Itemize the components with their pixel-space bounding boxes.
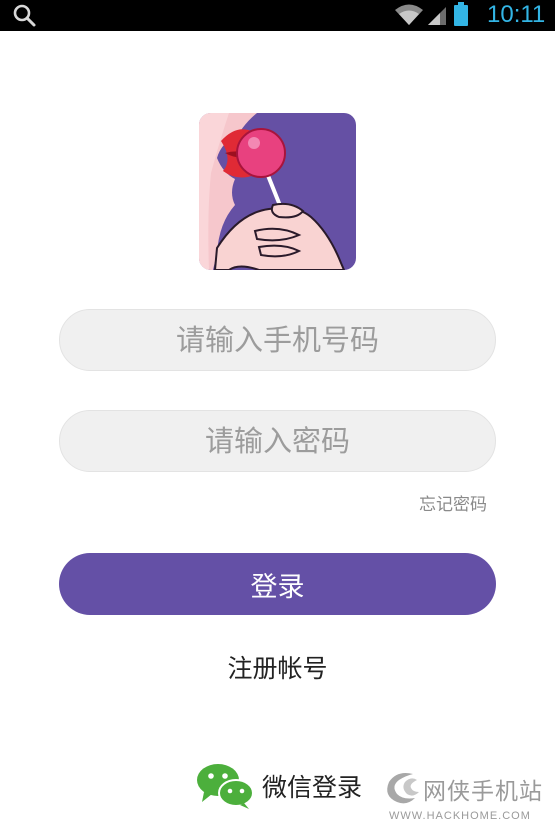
login-button[interactable]: 登录 xyxy=(59,553,496,615)
watermark-url: WWW.HACKHOME.COM xyxy=(389,810,531,822)
phone-field[interactable] xyxy=(59,309,496,371)
watermark-text: 网侠手机站 xyxy=(423,779,543,805)
forgot-password-link[interactable]: 忘记密码 xyxy=(419,490,487,515)
watermark-logo-icon xyxy=(387,773,419,804)
password-field[interactable] xyxy=(59,410,496,472)
signal-icon xyxy=(428,7,446,25)
phone-input[interactable] xyxy=(60,322,495,358)
wifi-icon xyxy=(395,4,423,25)
search-icon[interactable] xyxy=(12,3,38,29)
wechat-login-button[interactable]: 微信登录 xyxy=(196,762,362,810)
battery-icon xyxy=(454,2,468,26)
wechat-login-label: 微信登录 xyxy=(262,773,363,802)
wechat-icon xyxy=(197,764,254,809)
app-logo xyxy=(199,113,356,270)
password-input[interactable] xyxy=(60,423,495,459)
status-time: 10:11 xyxy=(487,1,546,28)
status-bar: 10:11 xyxy=(0,0,555,31)
register-link[interactable]: 注册帐号 xyxy=(0,649,555,685)
watermark: 网侠手机站 WWW.HACKHOME.COM xyxy=(383,768,555,828)
